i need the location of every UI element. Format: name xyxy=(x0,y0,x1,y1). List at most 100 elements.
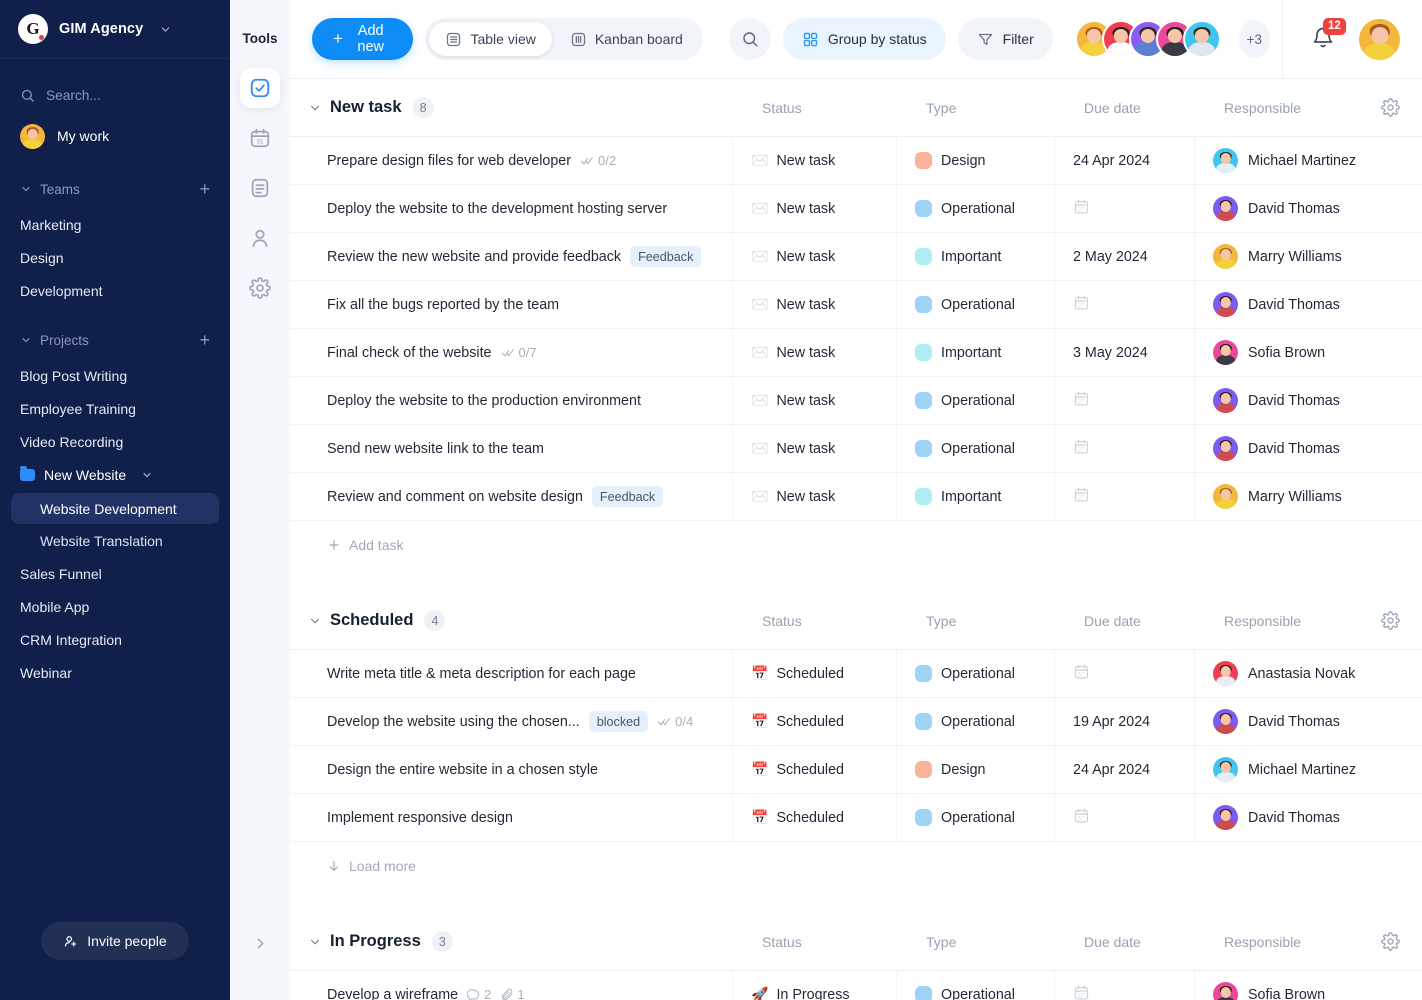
sidebar-item-sales-funnel[interactable]: Sales Funnel xyxy=(0,557,230,590)
cell-task-name[interactable]: Design the entire website in a chosen st… xyxy=(290,762,732,778)
sidebar-item-blog-post-writing[interactable]: Blog Post Writing xyxy=(0,359,230,392)
cell-type[interactable]: Operational xyxy=(896,281,1054,328)
cell-type[interactable]: Operational xyxy=(896,698,1054,745)
table-row[interactable]: Send new website link to the team ✉️ New t… xyxy=(290,425,1422,473)
table-row[interactable]: Review and comment on website design Feed… xyxy=(290,473,1422,521)
cell-task-name[interactable]: Review and comment on website design Feed… xyxy=(290,486,732,507)
sidebar-item-development[interactable]: Development xyxy=(0,274,230,307)
cell-status[interactable]: 🚀 In Progress xyxy=(732,971,896,1000)
table-row[interactable]: Develop a wireframe 2 1 🚀 In Progress Operati… xyxy=(290,971,1422,1000)
cell-status[interactable]: ✉️ New task xyxy=(732,185,896,232)
sidebar-item-my-work[interactable]: My work xyxy=(0,116,230,156)
cell-status[interactable]: ✉️ New task xyxy=(732,233,896,280)
cell-task-name[interactable]: Send new website link to the team xyxy=(290,441,732,457)
projects-section-header[interactable]: Projects + xyxy=(0,321,230,359)
cell-responsible[interactable]: David Thomas xyxy=(1194,794,1422,841)
cell-due-date[interactable] xyxy=(1054,377,1194,424)
cell-status[interactable]: ✉️ New task xyxy=(732,473,896,520)
group-collapse-toggle[interactable] xyxy=(302,935,328,949)
group-collapse-toggle[interactable] xyxy=(302,101,328,115)
sidebar-item-crm-integration[interactable]: CRM Integration xyxy=(0,623,230,656)
table-row[interactable]: Deploy the website to the development ho… xyxy=(290,185,1422,233)
cell-due-date[interactable] xyxy=(1054,650,1194,697)
sidebar-folder-new-website[interactable]: New Website xyxy=(0,458,230,492)
cell-responsible[interactable]: Michael Martinez xyxy=(1194,746,1422,793)
group-collapse-toggle[interactable] xyxy=(302,614,328,628)
cell-responsible[interactable]: Anastasia Novak xyxy=(1194,650,1422,697)
calendar-empty-icon[interactable] xyxy=(1073,438,1090,460)
cell-responsible[interactable]: Michael Martinez xyxy=(1194,137,1422,184)
cell-status[interactable]: 📅 Scheduled xyxy=(732,650,896,697)
expand-sidebar-button[interactable] xyxy=(247,930,273,956)
cell-status[interactable]: 📅 Scheduled xyxy=(732,746,896,793)
cell-due-date[interactable] xyxy=(1054,971,1194,1000)
table-row[interactable]: Prepare design files for web developer 0/… xyxy=(290,137,1422,185)
cell-status[interactable]: 📅 Scheduled xyxy=(732,698,896,745)
cell-status[interactable]: ✉️ New task xyxy=(732,377,896,424)
calendar-empty-icon[interactable] xyxy=(1073,294,1090,316)
cell-due-date[interactable] xyxy=(1054,794,1194,841)
cell-due-date[interactable] xyxy=(1054,281,1194,328)
cell-due-date[interactable]: 24 Apr 2024 xyxy=(1054,137,1194,184)
teams-section-header[interactable]: Teams + xyxy=(0,170,230,208)
cell-responsible[interactable]: David Thomas xyxy=(1194,698,1422,745)
cell-status[interactable]: ✉️ New task xyxy=(732,137,896,184)
cell-due-date[interactable]: 19 Apr 2024 xyxy=(1054,698,1194,745)
table-row[interactable]: Review the new website and provide feedb… xyxy=(290,233,1422,281)
cell-type[interactable]: Important xyxy=(896,233,1054,280)
cell-task-name[interactable]: Review the new website and provide feedb… xyxy=(290,246,732,267)
cell-responsible[interactable]: David Thomas xyxy=(1194,281,1422,328)
rail-item-settings[interactable] xyxy=(240,268,280,308)
group-by-status-button[interactable]: Group by status xyxy=(782,18,946,60)
cell-type[interactable]: Operational xyxy=(896,377,1054,424)
cell-due-date[interactable] xyxy=(1054,425,1194,472)
tab-kanban-board[interactable]: Kanban board xyxy=(554,22,699,56)
cell-status[interactable]: ✉️ New task xyxy=(732,281,896,328)
cell-due-date[interactable]: 3 May 2024 xyxy=(1054,329,1194,376)
rail-item-documents[interactable] xyxy=(240,168,280,208)
cell-responsible[interactable]: Sofia Brown xyxy=(1194,971,1422,1000)
table-row[interactable]: Write meta title & meta description for … xyxy=(290,650,1422,698)
avatar-overflow-badge[interactable]: +3 xyxy=(1238,20,1270,58)
add-new-button[interactable]: + Add new xyxy=(312,18,414,60)
load-more-button[interactable]: Load more xyxy=(290,842,1422,889)
sidebar-search[interactable]: Search... xyxy=(0,74,230,116)
rail-item-contacts[interactable] xyxy=(240,218,280,258)
table-row[interactable]: Implement responsive design 📅 Scheduled Ope… xyxy=(290,794,1422,842)
chevron-down-icon[interactable] xyxy=(141,469,153,481)
sidebar-item-design[interactable]: Design xyxy=(0,241,230,274)
cell-task-name[interactable]: Final check of the website 0/7 xyxy=(290,345,732,361)
sidebar-item-employee-training[interactable]: Employee Training xyxy=(0,392,230,425)
notifications-button[interactable]: 12 xyxy=(1311,18,1346,52)
column-settings-icon[interactable] xyxy=(1381,932,1400,951)
cell-type[interactable]: Design xyxy=(896,746,1054,793)
cell-due-date[interactable]: 24 Apr 2024 xyxy=(1054,746,1194,793)
avatar[interactable] xyxy=(1182,20,1221,58)
org-switcher[interactable]: G GIM Agency xyxy=(0,0,230,59)
column-settings-icon[interactable] xyxy=(1381,611,1400,630)
table-row[interactable]: Fix all the bugs reported by the team ✉️ N… xyxy=(290,281,1422,329)
table-row[interactable]: Design the entire website in a chosen st… xyxy=(290,746,1422,794)
rail-item-calendar[interactable]: 31 xyxy=(240,118,280,158)
cell-status[interactable]: 📅 Scheduled xyxy=(732,794,896,841)
sidebar-item-website-development[interactable]: Website Development xyxy=(11,493,219,524)
cell-task-name[interactable]: Write meta title & meta description for … xyxy=(290,666,732,682)
invite-people-button[interactable]: Invite people xyxy=(41,922,189,960)
calendar-empty-icon[interactable] xyxy=(1073,984,1090,1000)
cell-type[interactable]: Important xyxy=(896,473,1054,520)
user-avatar[interactable] xyxy=(1359,18,1400,60)
member-avatar-group[interactable] xyxy=(1074,20,1221,58)
cell-responsible[interactable]: Marry Williams xyxy=(1194,233,1422,280)
cell-due-date[interactable] xyxy=(1054,185,1194,232)
cell-status[interactable]: ✉️ New task xyxy=(732,425,896,472)
cell-type[interactable]: Important xyxy=(896,329,1054,376)
column-settings-icon[interactable] xyxy=(1381,98,1400,117)
filter-button[interactable]: Filter xyxy=(957,18,1053,60)
calendar-empty-icon[interactable] xyxy=(1073,807,1090,829)
table-row[interactable]: Final check of the website 0/7 ✉️ New task I… xyxy=(290,329,1422,377)
tab-table-view[interactable]: Table view xyxy=(429,22,552,56)
cell-due-date[interactable] xyxy=(1054,473,1194,520)
sidebar-item-website-translation[interactable]: Website Translation xyxy=(11,525,219,556)
cell-type[interactable]: Operational xyxy=(896,971,1054,1000)
calendar-empty-icon[interactable] xyxy=(1073,198,1090,220)
